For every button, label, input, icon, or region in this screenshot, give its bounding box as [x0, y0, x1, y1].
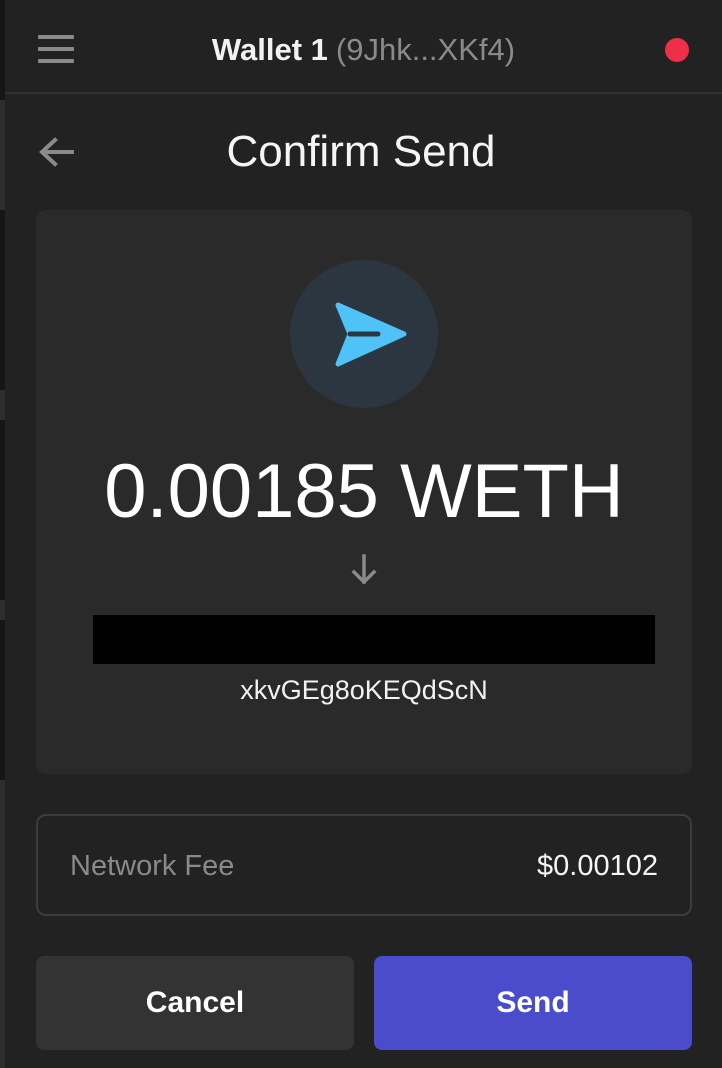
arrow-down-icon [346, 552, 382, 588]
wallet-name: Wallet 1 [211, 32, 328, 67]
send-icon [335, 302, 407, 367]
page-title: Confirm Send [226, 127, 496, 176]
send-button[interactable]: Send [374, 956, 692, 1050]
network-fee-row: Network Fee $0.00102 [36, 814, 692, 916]
cancel-button[interactable]: Cancel [36, 956, 354, 1050]
confirm-send-screen: Wallet 1 (9Jhk...XKf4) Confirm Send 0.001… [0, 0, 722, 1068]
redacted-recipient [93, 615, 655, 664]
transfer-summary-card: 0.00185 WETH xkvGEg8oKEQdScN [36, 210, 692, 774]
network-fee-label: Network Fee [70, 850, 235, 882]
wallet-address: (9Jhk...XKf4) [335, 32, 516, 67]
connection-status-dot [665, 38, 689, 62]
recipient-address: xkvGEg8oKEQdScN [240, 675, 488, 705]
wallet-selector[interactable]: Wallet 1 (9Jhk...XKf4) [5, 28, 722, 72]
send-amount: 0.00185 WETH [104, 449, 624, 534]
send-icon-badge [290, 260, 438, 408]
network-fee-value: $0.00102 [537, 850, 658, 882]
top-bar: Wallet 1 (9Jhk...XKf4) [5, 0, 722, 94]
